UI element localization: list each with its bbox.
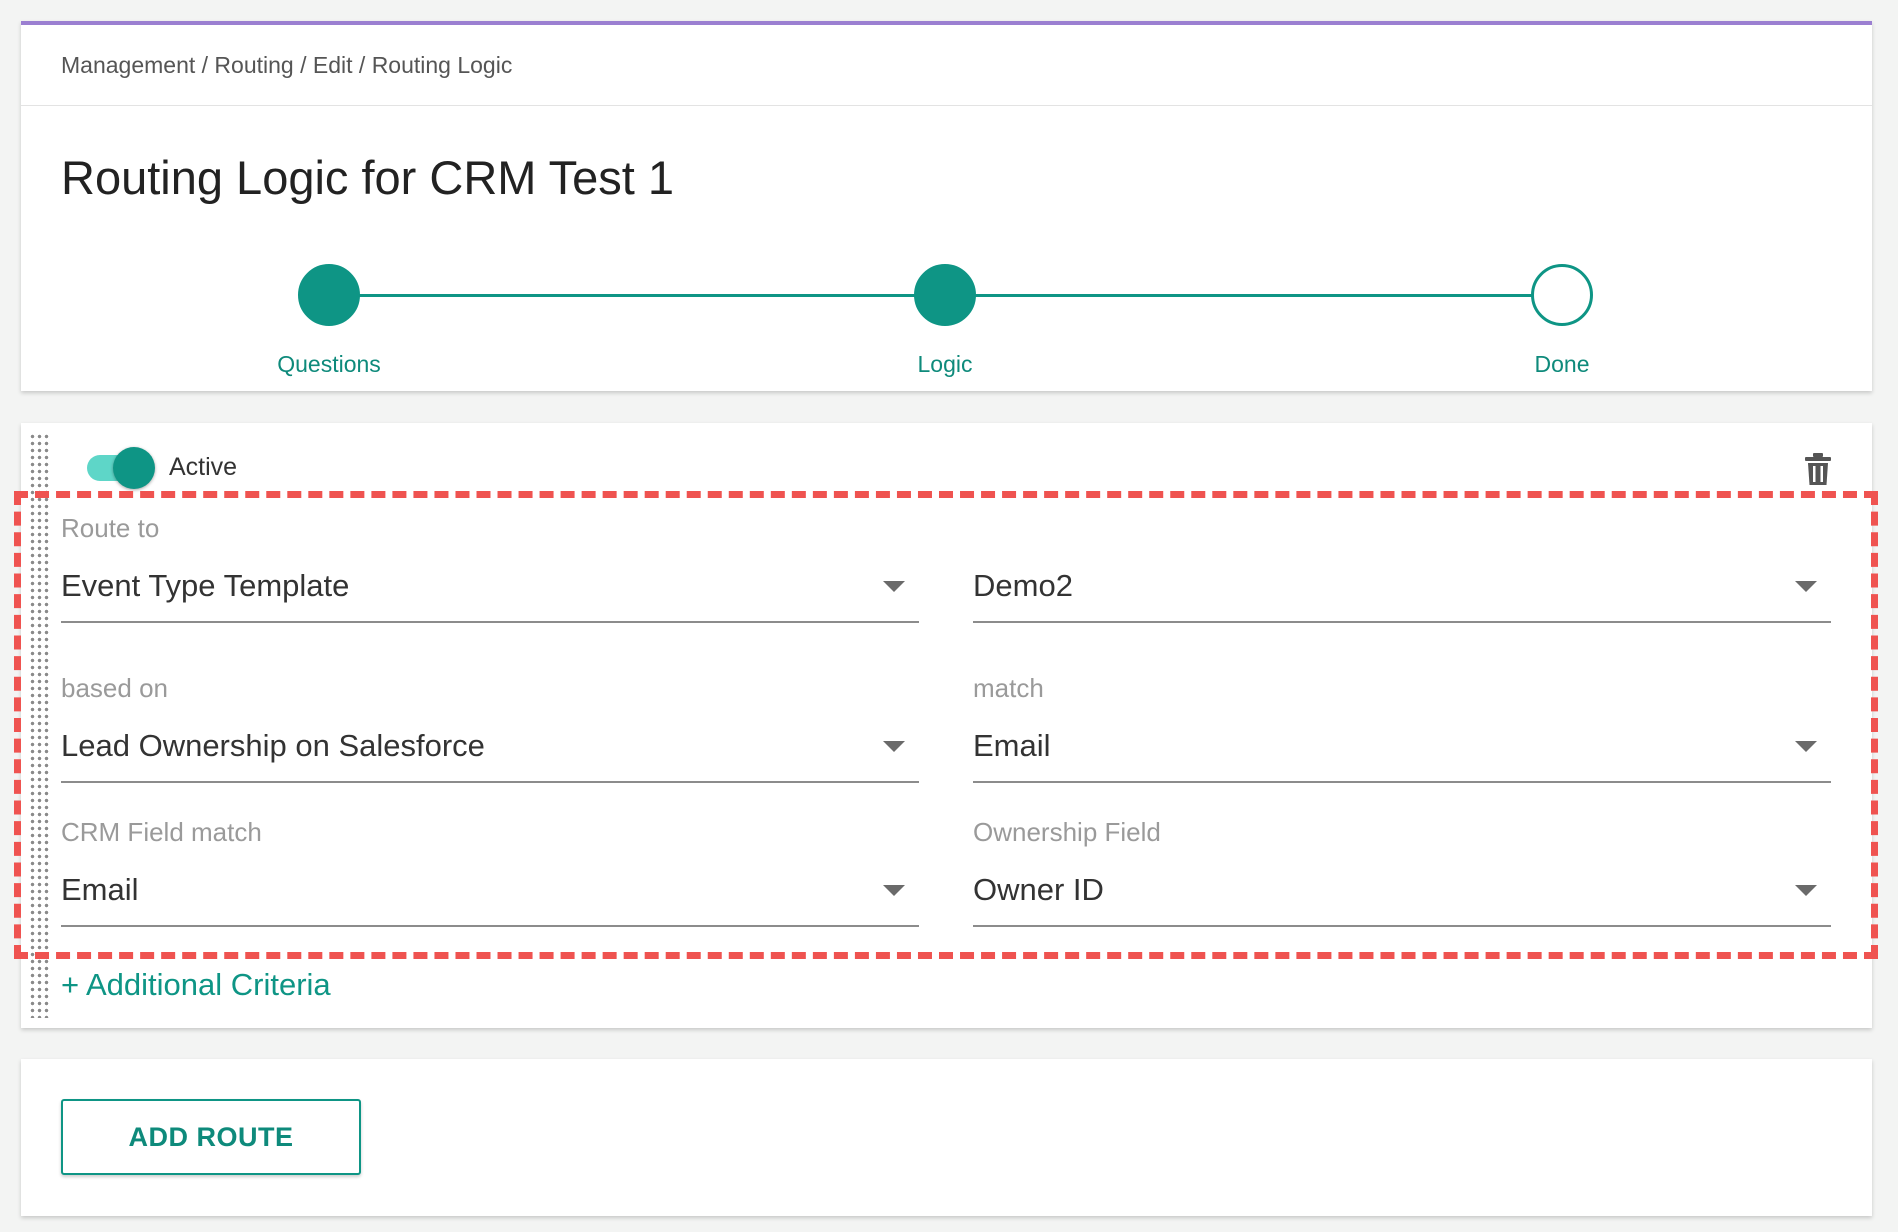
crm-field-match-value: Email	[61, 872, 139, 907]
drag-handle-icon[interactable]	[29, 433, 49, 1018]
step-connector-1	[327, 294, 927, 297]
based-on-select[interactable]: Lead Ownership on Salesforce	[61, 723, 919, 783]
step-questions-label[interactable]: Questions	[229, 351, 429, 378]
route-to-value: Event Type Template	[61, 568, 350, 603]
breadcrumb-separator: /	[352, 51, 372, 78]
route-to-label: Route to	[61, 513, 160, 543]
caret-down-icon	[1795, 581, 1817, 592]
progress-stepper: Questions Logic Done	[21, 244, 1872, 377]
caret-down-icon	[1795, 885, 1817, 896]
crm-field-match-select[interactable]: Email	[61, 867, 919, 927]
additional-criteria-link[interactable]: + Additional Criteria	[61, 967, 331, 1003]
breadcrumb-item-edit[interactable]: Edit	[313, 52, 353, 79]
based-on-value: Lead Ownership on Salesforce	[61, 728, 485, 763]
caret-down-icon	[1795, 741, 1817, 752]
step-done-label[interactable]: Done	[1462, 351, 1662, 378]
step-done-dot[interactable]	[1531, 264, 1593, 326]
based-on-field: based on Lead Ownership on Salesforce	[61, 673, 919, 783]
page-title: Routing Logic for CRM Test 1	[61, 151, 675, 204]
active-label: Active	[169, 453, 238, 481]
breadcrumb-separator: /	[293, 51, 313, 78]
step-logic-dot[interactable]	[914, 264, 976, 326]
breadcrumb-item-routing[interactable]: Routing	[214, 52, 293, 79]
ownership-field-select[interactable]: Owner ID	[973, 867, 1831, 927]
match-select[interactable]: Email	[973, 723, 1831, 783]
crm-field-match-field: CRM Field match Email	[61, 817, 919, 927]
toggle-knob	[113, 447, 155, 489]
crm-field-match-label: CRM Field match	[61, 817, 262, 847]
page: Management / Routing / Edit / Routing Lo…	[0, 0, 1898, 1232]
trash-icon[interactable]	[1804, 452, 1832, 486]
route-to-field: Route to Event Type Template	[61, 513, 919, 623]
based-on-label: based on	[61, 673, 168, 703]
route-target-select[interactable]: Demo2	[973, 563, 1831, 623]
route-target-value: Demo2	[973, 568, 1073, 603]
breadcrumb-item-routing-logic: Routing Logic	[371, 51, 513, 78]
route-target-label	[973, 513, 1831, 545]
breadcrumb: Management / Routing / Edit / Routing Lo…	[21, 25, 1872, 106]
match-value: Email	[973, 728, 1051, 763]
caret-down-icon	[883, 885, 905, 896]
step-connector-2	[943, 294, 1545, 297]
step-logic-label[interactable]: Logic	[845, 351, 1045, 378]
active-toggle[interactable]	[85, 446, 155, 489]
match-label: match	[973, 673, 1044, 703]
route-target-field: Demo2	[973, 513, 1831, 623]
caret-down-icon	[883, 741, 905, 752]
ownership-field-value: Owner ID	[973, 872, 1104, 907]
breadcrumb-item-management[interactable]: Management	[61, 52, 195, 79]
route-card: Active Route to Event Type Template Demo…	[14, 423, 1878, 1028]
step-questions-dot[interactable]	[298, 264, 360, 326]
caret-down-icon	[883, 581, 905, 592]
ownership-field-label: Ownership Field	[973, 817, 1161, 847]
match-field: match Email	[973, 673, 1831, 783]
breadcrumb-separator: /	[195, 51, 215, 78]
add-route-button[interactable]: ADD ROUTE	[61, 1099, 361, 1175]
route-to-select[interactable]: Event Type Template	[61, 563, 919, 623]
add-route-card: ADD ROUTE	[21, 1059, 1872, 1216]
header-card: Management / Routing / Edit / Routing Lo…	[21, 21, 1872, 391]
ownership-field: Ownership Field Owner ID	[973, 817, 1831, 927]
